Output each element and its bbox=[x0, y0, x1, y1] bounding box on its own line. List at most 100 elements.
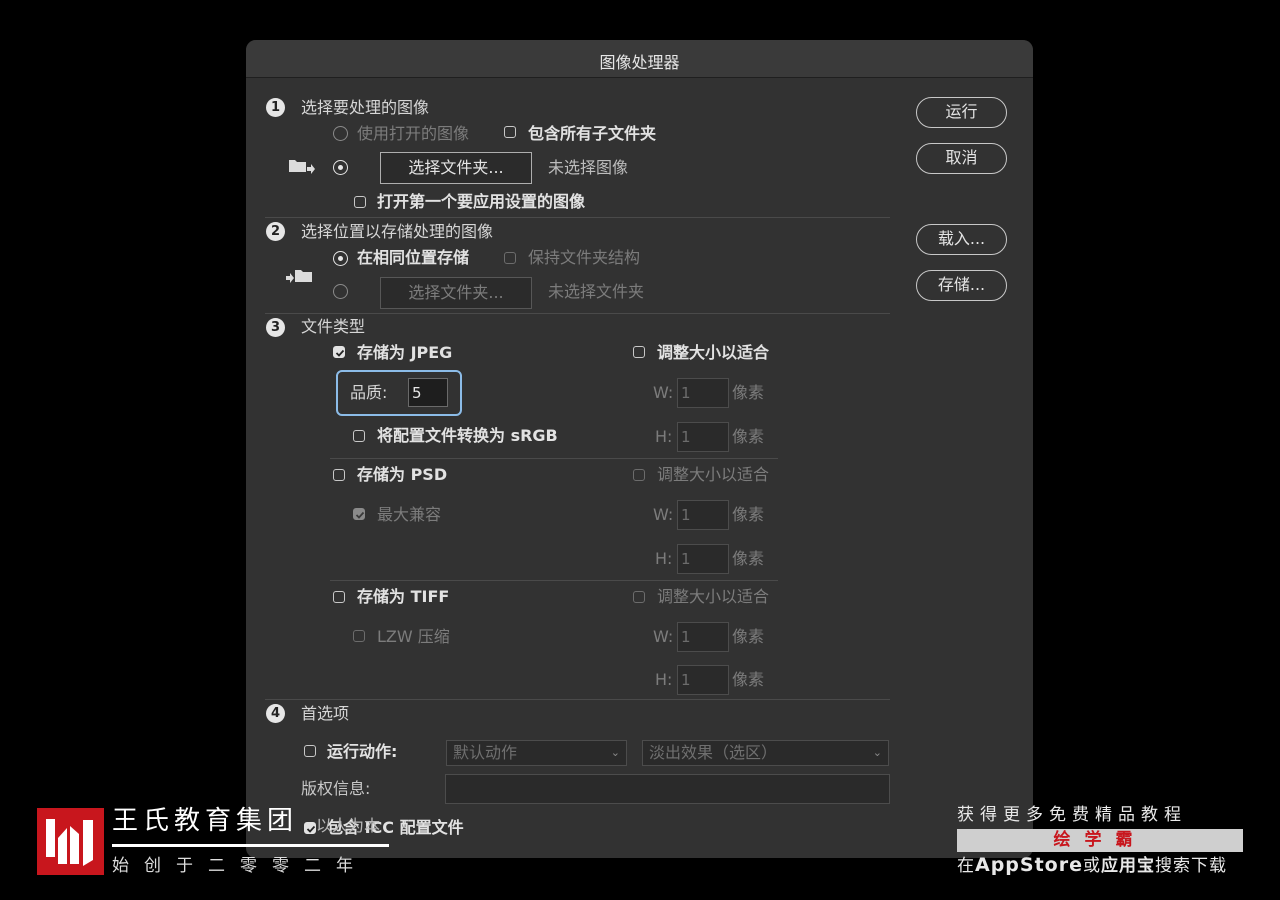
include-subfolders-label: 包含所有子文件夹 bbox=[528, 124, 657, 143]
no-folder-selected-text: 未选择文件夹 bbox=[548, 282, 645, 301]
checkmark-icon bbox=[355, 511, 365, 519]
lzw-compression-label: LZW 压缩 bbox=[377, 627, 450, 646]
run-button[interactable]: 运行 bbox=[916, 97, 1007, 128]
keep-folder-structure-label: 保持文件夹结构 bbox=[528, 248, 641, 267]
action-value: 淡出效果（选区） bbox=[649, 743, 778, 762]
no-images-selected-text: 未选择图像 bbox=[548, 158, 629, 177]
wangshi-logo bbox=[37, 808, 104, 875]
jpeg-resize-checkbox[interactable] bbox=[633, 346, 645, 358]
watermark-overlap-text: 以人为本 bbox=[316, 816, 381, 835]
tiff-resize-checkbox[interactable] bbox=[633, 591, 645, 603]
psd-height-unit: 像素 bbox=[732, 549, 765, 568]
watermark-title: 王氏教育集团 bbox=[112, 806, 299, 836]
destination-folder-arrow-icon bbox=[286, 270, 312, 283]
jpeg-height-input[interactable]: 1 bbox=[677, 422, 729, 452]
load-button[interactable]: 载入... bbox=[916, 224, 1007, 255]
divider bbox=[265, 699, 890, 700]
open-first-image-checkbox[interactable] bbox=[354, 196, 366, 208]
lzw-compression-checkbox[interactable] bbox=[353, 630, 365, 642]
section-3-number-icon: 3 bbox=[266, 318, 285, 337]
divider bbox=[265, 313, 890, 314]
save-as-tiff-label: 存储为 TIFF bbox=[357, 587, 450, 606]
run-action-label: 运行动作: bbox=[327, 742, 398, 761]
save-same-location-radio[interactable] bbox=[333, 251, 348, 266]
divider bbox=[330, 580, 778, 581]
quality-label: 品质: bbox=[350, 383, 388, 402]
divider bbox=[265, 217, 890, 218]
title-bar: 图像处理器 bbox=[246, 40, 1033, 78]
action-set-select[interactable]: 默认动作 ⌄ bbox=[446, 740, 627, 766]
tiff-width-unit: 像素 bbox=[732, 627, 765, 646]
tiff-resize-label: 调整大小以适合 bbox=[657, 587, 770, 606]
action-select[interactable]: 淡出效果（选区） ⌄ bbox=[642, 740, 889, 766]
max-compat-checkbox[interactable] bbox=[353, 508, 365, 520]
chevron-down-icon: ⌄ bbox=[610, 746, 620, 759]
save-as-jpeg-label: 存储为 JPEG bbox=[357, 343, 453, 362]
jpeg-width-input[interactable]: 1 bbox=[677, 378, 729, 408]
divider bbox=[330, 458, 778, 459]
copyright-input[interactable] bbox=[445, 774, 890, 804]
checkmark-icon bbox=[335, 349, 345, 357]
psd-width-unit: 像素 bbox=[732, 505, 765, 524]
dialog-title: 图像处理器 bbox=[599, 53, 680, 72]
section-4-title: 首选项 bbox=[301, 704, 350, 723]
quality-input[interactable]: 5 bbox=[408, 378, 448, 407]
convert-srgb-checkbox[interactable] bbox=[353, 430, 365, 442]
promo-banner: 绘学霸 bbox=[957, 829, 1243, 852]
select-destination-folder-button[interactable]: 选择文件夹... bbox=[380, 277, 532, 309]
tiff-height-label: H: bbox=[655, 670, 673, 689]
max-compat-label: 最大兼容 bbox=[377, 505, 442, 524]
psd-width-input[interactable]: 1 bbox=[677, 500, 729, 530]
promo-prefix: 在 bbox=[957, 856, 975, 876]
select-source-folder-button[interactable]: 选择文件夹... bbox=[380, 152, 532, 184]
save-as-tiff-checkbox[interactable] bbox=[333, 591, 345, 603]
use-open-images-label: 使用打开的图像 bbox=[357, 124, 470, 143]
convert-srgb-label: 将配置文件转换为 sRGB bbox=[377, 426, 558, 445]
source-folder-arrow-icon bbox=[289, 160, 315, 174]
save-button[interactable]: 存储... bbox=[916, 270, 1007, 301]
save-to-folder-radio[interactable] bbox=[333, 284, 348, 299]
wangshi-logo-icon bbox=[46, 819, 93, 866]
watermark-underline bbox=[112, 844, 389, 847]
run-action-checkbox[interactable] bbox=[304, 745, 316, 757]
yingyongbao-text: 应用宝 bbox=[1100, 856, 1155, 876]
keep-folder-structure-checkbox[interactable] bbox=[504, 252, 516, 264]
include-icc-checkbox[interactable] bbox=[304, 822, 316, 834]
section-2-title: 选择位置以存储处理的图像 bbox=[301, 222, 494, 241]
tiff-width-label: W: bbox=[653, 627, 674, 646]
promo-mid: 或 bbox=[1082, 856, 1101, 876]
cancel-button[interactable]: 取消 bbox=[916, 143, 1007, 174]
promo-suffix: 搜索下载 bbox=[1154, 856, 1227, 876]
include-subfolders-checkbox[interactable] bbox=[504, 126, 516, 138]
jpeg-width-label: W: bbox=[653, 383, 674, 402]
jpeg-resize-label: 调整大小以适合 bbox=[657, 343, 770, 362]
chevron-down-icon: ⌄ bbox=[872, 746, 882, 759]
psd-height-label: H: bbox=[655, 549, 673, 568]
watermark-subtitle: 始创于二零零二年 bbox=[112, 856, 368, 876]
psd-resize-label: 调整大小以适合 bbox=[657, 465, 770, 484]
action-set-value: 默认动作 bbox=[453, 743, 518, 762]
psd-resize-checkbox[interactable] bbox=[633, 469, 645, 481]
save-as-jpeg-checkbox[interactable] bbox=[333, 346, 345, 358]
section-4-number-icon: 4 bbox=[266, 704, 285, 723]
section-1-title: 选择要处理的图像 bbox=[301, 98, 430, 117]
section-1-number-icon: 1 bbox=[266, 98, 285, 117]
psd-height-input[interactable]: 1 bbox=[677, 544, 729, 574]
tiff-height-input[interactable]: 1 bbox=[677, 665, 729, 695]
select-folder-radio[interactable] bbox=[333, 160, 348, 175]
appstore-text: AppStore bbox=[975, 854, 1083, 876]
jpeg-height-label: H: bbox=[655, 427, 673, 446]
promo-brand: 绘学霸 bbox=[1053, 830, 1147, 850]
tiff-height-unit: 像素 bbox=[732, 670, 765, 689]
promo-line: 获得更多免费精品教程 bbox=[957, 805, 1187, 825]
image-processor-dialog: 图像处理器 1 选择要处理的图像 使用打开的图像 包含所有子文件夹 选择文件夹.… bbox=[246, 40, 1033, 858]
promo-download-line: 在AppStore或应用宝搜索下载 bbox=[957, 853, 1227, 878]
section-3-title: 文件类型 bbox=[301, 317, 366, 336]
section-2-number-icon: 2 bbox=[266, 222, 285, 241]
copyright-label: 版权信息: bbox=[301, 779, 371, 798]
use-open-images-radio[interactable] bbox=[333, 126, 348, 141]
tiff-width-input[interactable]: 1 bbox=[677, 622, 729, 652]
open-first-image-label: 打开第一个要应用设置的图像 bbox=[377, 192, 586, 211]
save-as-psd-checkbox[interactable] bbox=[333, 469, 345, 481]
jpeg-height-unit: 像素 bbox=[732, 427, 765, 446]
